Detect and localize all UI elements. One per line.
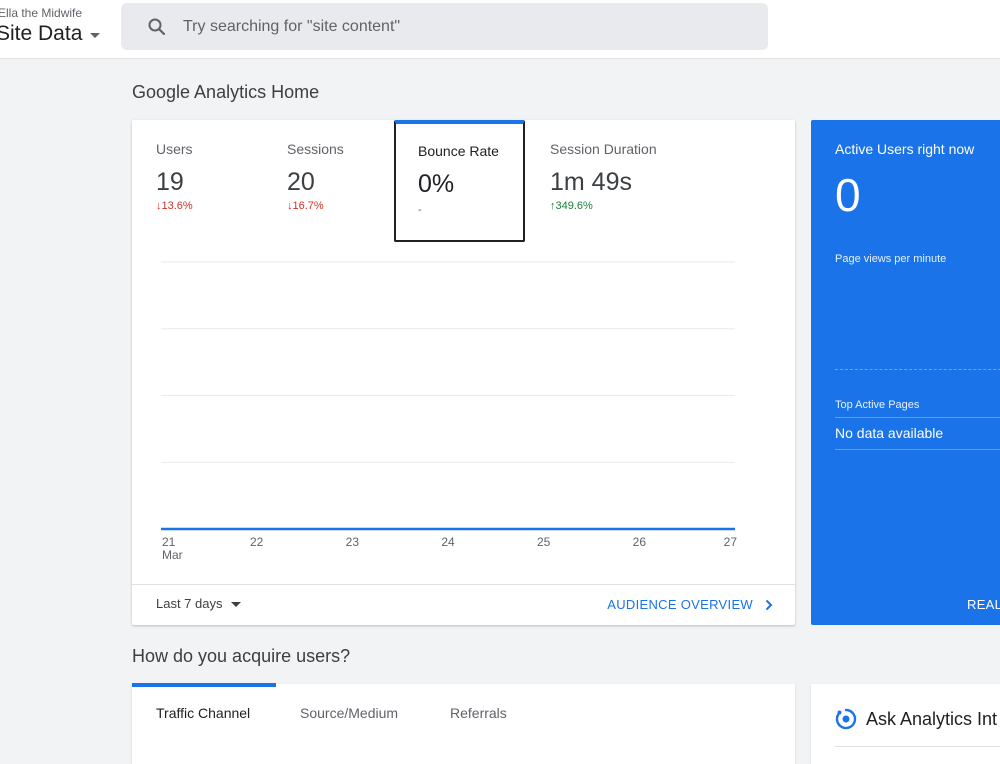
- acquisition-title: How do you acquire users?: [132, 646, 351, 666]
- divider: [835, 449, 1000, 450]
- property-name: Site Data: [0, 22, 83, 45]
- realtime-card: Active Users right now 0 Page views per …: [811, 120, 1000, 625]
- metric-change: ↓13.6%: [156, 200, 193, 212]
- x-tick-label: 23: [346, 535, 360, 549]
- metric-label: Users: [156, 141, 193, 157]
- x-tick-label: 21: [162, 535, 176, 549]
- x-tick-label: 25: [537, 535, 551, 549]
- top-pages-label: Top Active Pages: [835, 399, 920, 411]
- metric-value: 0%: [418, 170, 455, 198]
- metric-tab-bounce-rate[interactable]: Bounce Rate 0% -: [394, 120, 525, 242]
- tab-source-medium[interactable]: Source/Medium: [300, 705, 398, 721]
- x-tick-label: 26: [633, 535, 647, 549]
- active-users-value: 0: [835, 169, 861, 221]
- search-icon: [148, 18, 166, 35]
- search-box[interactable]: [121, 3, 768, 50]
- tab-traffic-channel[interactable]: Traffic Channel: [156, 705, 250, 721]
- ask-analytics-card: Ask Analytics Int: [811, 684, 1000, 764]
- divider: [835, 417, 1000, 418]
- metric-change: ↑349.6%: [550, 200, 593, 212]
- metric-value: 1m 49s: [550, 168, 632, 196]
- ask-analytics-title: Ask Analytics Int: [866, 709, 998, 729]
- x-tick-sublabel: Mar: [162, 548, 183, 560]
- metric-tab-sessions[interactable]: Sessions 20 ↓16.7%: [263, 120, 394, 241]
- overview-card: Users 19 ↓13.6% Sessions 20 ↓16.7% Bounc…: [132, 120, 795, 625]
- page-title: Google Analytics Home: [132, 82, 320, 102]
- realtime-report-link[interactable]: REAL: [967, 597, 1000, 612]
- acquisition-card: Traffic Channel Source/Medium Referrals: [132, 683, 795, 764]
- caret-down-icon: [230, 602, 241, 607]
- audience-overview-label: AUDIENCE OVERVIEW: [607, 597, 753, 612]
- card-footer: Last 7 days AUDIENCE OVERVIEW: [132, 584, 795, 626]
- caret-down-icon: [90, 32, 101, 38]
- chevron-right-icon: [765, 599, 773, 610]
- pageviews-baseline: [835, 369, 1000, 370]
- realtime-title: Active Users right now: [835, 141, 975, 157]
- divider: [835, 746, 1000, 747]
- metric-change: -: [418, 204, 422, 216]
- date-range-label: Last 7 days: [156, 596, 223, 611]
- search-input[interactable]: [181, 16, 705, 37]
- active-tab-indicator: [132, 683, 276, 687]
- metric-value: 20: [287, 168, 315, 196]
- metric-label: Sessions: [287, 141, 344, 157]
- account-name: Ella the Midwife: [0, 6, 83, 20]
- pageviews-label: Page views per minute: [835, 253, 947, 265]
- audience-overview-link[interactable]: AUDIENCE OVERVIEW: [607, 597, 773, 612]
- x-tick-label: 27: [724, 535, 738, 549]
- x-tick-label: 22: [250, 535, 264, 549]
- metric-tab-session-duration[interactable]: Session Duration 1m 49s ↑349.6%: [526, 120, 657, 241]
- metric-label: Session Duration: [550, 141, 657, 157]
- top-bar: Ella the Midwife Site Data: [0, 0, 1000, 59]
- no-data-message: No data available: [835, 425, 944, 441]
- metric-change: ↓16.7%: [287, 200, 324, 212]
- metric-label: Bounce Rate: [418, 143, 499, 159]
- tab-referrals[interactable]: Referrals: [450, 705, 507, 721]
- property-selector[interactable]: Site Data: [0, 22, 101, 46]
- line-chart: 21 22 23 24 25 26 27 Mar: [161, 261, 738, 560]
- x-tick-label: 24: [441, 535, 455, 549]
- metric-tab-users[interactable]: Users 19 ↓13.6%: [132, 120, 263, 241]
- metric-value: 19: [156, 168, 184, 196]
- date-range-selector[interactable]: Last 7 days: [156, 596, 241, 611]
- insights-icon: [835, 708, 857, 730]
